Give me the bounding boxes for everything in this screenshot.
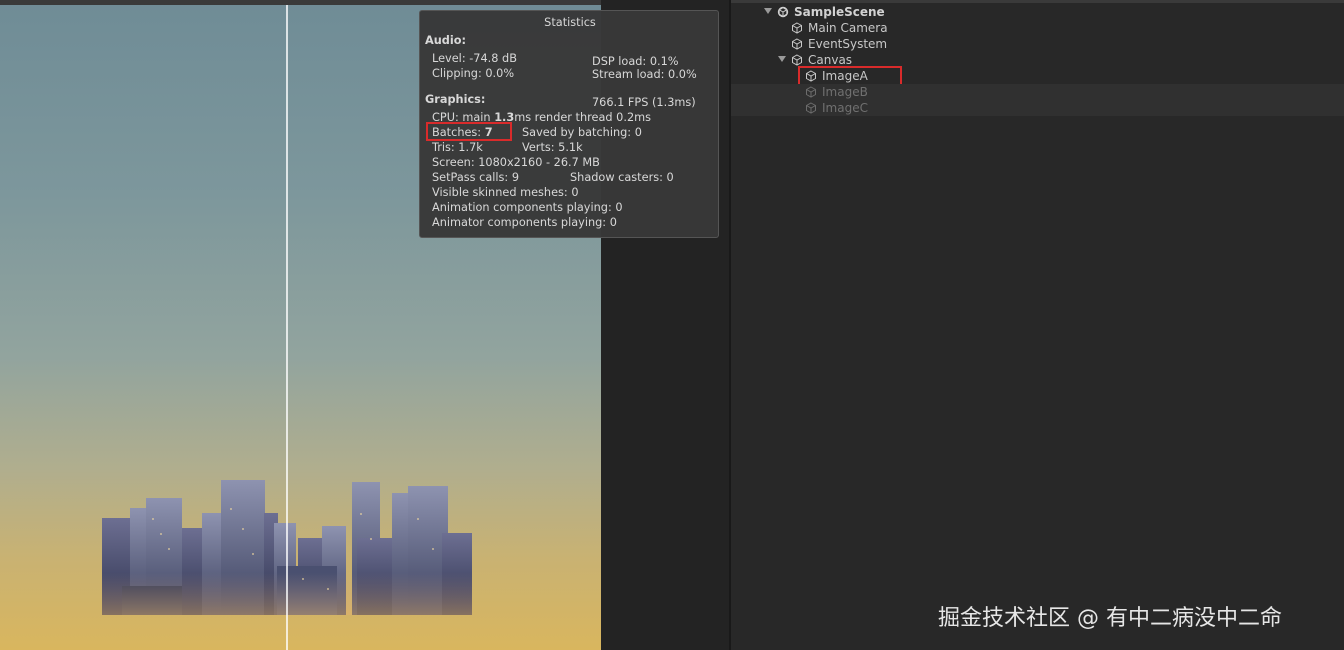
hierarchy-item-label: Canvas — [808, 53, 853, 67]
verts: Verts: 5.1k — [522, 141, 583, 154]
audio-header: Audio: — [425, 34, 467, 47]
hierarchy-item-main-camera[interactable]: Main Camera — [731, 20, 1344, 36]
hierarchy-item-label: EventSystem — [808, 37, 888, 51]
hierarchy-item-eventsystem[interactable]: EventSystem — [731, 36, 1344, 52]
stream-load: Stream load: 0.0% — [592, 68, 697, 81]
animation-components: Animation components playing: 0 — [432, 201, 623, 214]
unity-scene-icon — [777, 6, 789, 18]
expand-arrow-icon[interactable] — [764, 8, 772, 14]
tris: Tris: 1.7k — [432, 141, 483, 154]
screen-info: Screen: 1080x2160 - 26.7 MB — [432, 156, 600, 169]
animator-components: Animator components playing: 0 — [432, 216, 617, 229]
hierarchy-panel: SampleScene Main Camera EventSystem Canv… — [731, 0, 1344, 650]
shadow-casters: Shadow casters: 0 — [570, 171, 674, 184]
cpu-suffix: ms render thread 0.2ms — [514, 111, 652, 124]
visible-skinned-meshes: Visible skinned meshes: 0 — [432, 186, 579, 199]
statistics-panel: Statistics Audio: Level: -74.8 dB DSP lo… — [419, 10, 719, 238]
setpass-calls: SetPass calls: 9 — [432, 171, 520, 184]
gameobject-cube-icon — [806, 86, 816, 98]
hierarchy-item-label: ImageC — [822, 101, 868, 115]
saved-by-batching: Saved by batching: 0 — [522, 126, 642, 139]
dsp-load: DSP load: 0.1% — [592, 55, 679, 68]
center-guide-line — [286, 5, 288, 650]
batches-highlight-box — [426, 122, 512, 141]
game-view-toolbar — [0, 0, 601, 5]
audio-clipping: Clipping: 0.0% — [432, 67, 515, 80]
scene-name: SampleScene — [794, 5, 885, 19]
imagea-highlight-box — [798, 66, 902, 86]
hierarchy-item-label: ImageB — [822, 85, 868, 99]
graphics-header: Graphics: — [425, 93, 486, 106]
hierarchy-item-imagea[interactable]: ImageA — [731, 66, 1344, 86]
watermark: 掘金技术社区 @ 有中二病没中二命 — [938, 606, 1282, 631]
expand-arrow-icon[interactable] — [778, 56, 786, 62]
hierarchy-item-imageb[interactable]: ImageB — [731, 84, 1344, 100]
gameobject-cube-icon — [792, 22, 802, 34]
hierarchy-item-imagec[interactable]: ImageC — [731, 100, 1344, 116]
hierarchy-item-label: Main Camera — [808, 21, 888, 35]
gameobject-cube-icon — [792, 38, 802, 50]
statistics-title: Statistics — [544, 16, 596, 29]
gameobject-cube-icon — [806, 102, 816, 114]
hierarchy-scene-row[interactable]: SampleScene — [731, 4, 1344, 20]
hierarchy-toolbar — [731, 0, 1344, 3]
fps-readout: 766.1 FPS (1.3ms) — [592, 96, 696, 109]
gameobject-cube-icon — [792, 54, 802, 66]
audio-level: Level: -74.8 dB — [432, 52, 517, 65]
